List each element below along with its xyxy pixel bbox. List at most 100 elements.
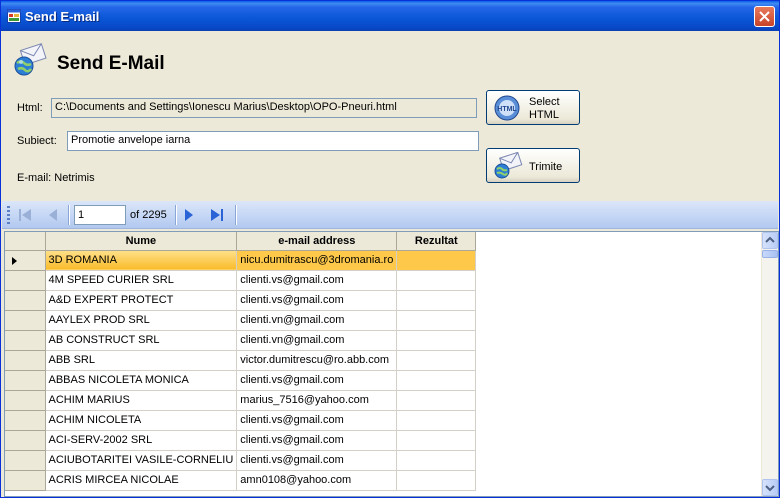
table-row[interactable]: 3D ROMANIA nicu.dumitrascu@3dromania.ro — [5, 250, 477, 271]
cell-result[interactable] — [396, 410, 477, 431]
row-header[interactable] — [5, 410, 46, 431]
page-title: Send E-Mail — [57, 53, 165, 74]
table-row[interactable]: 4M SPEED CURIER SRL clienti.vs@gmail.com — [5, 270, 477, 291]
row-header[interactable] — [5, 290, 46, 311]
cell-result[interactable] — [396, 430, 477, 451]
table-row[interactable]: AAYLEX PROD SRL clienti.vn@gmail.com — [5, 310, 477, 331]
cell-email[interactable]: nicu.dumitrascu@3dromania.ro — [236, 250, 398, 271]
table-row[interactable]: ACRIS MIRCEA NICOLAE amn0108@yahoo.com — [5, 470, 477, 491]
cell-email[interactable]: victor.dumitrescu@ro.abb.com — [236, 350, 398, 371]
select-html-button[interactable]: HTML Select HTML — [486, 90, 580, 125]
cell-email[interactable]: clienti.vs@gmail.com — [236, 430, 398, 451]
cell-name[interactable]: AAYLEX PROD SRL — [45, 310, 238, 331]
row-header-corner[interactable] — [5, 232, 46, 251]
toolbar-separator — [68, 205, 69, 225]
scroll-down-button[interactable] — [762, 479, 778, 496]
row-header[interactable] — [5, 430, 46, 451]
cell-result[interactable] — [396, 350, 477, 371]
toolbar-separator — [235, 205, 236, 225]
row-header[interactable] — [5, 310, 46, 331]
current-page-input[interactable]: 1 — [74, 205, 126, 225]
row-header[interactable] — [5, 270, 46, 291]
current-row-indicator-icon — [12, 256, 17, 265]
cell-name[interactable]: ACHIM NICOLETA — [45, 410, 238, 431]
send-email-icon — [494, 152, 523, 179]
subject-input[interactable]: Promotie anvelope iarna — [67, 131, 479, 151]
cell-email[interactable]: clienti.vs@gmail.com — [236, 290, 398, 311]
scroll-thumb[interactable] — [762, 250, 778, 258]
table-row[interactable]: ABBAS NICOLETA MONICA clienti.vs@gmail.co… — [5, 370, 477, 391]
cell-result[interactable] — [396, 310, 477, 331]
cell-email[interactable]: amn0108@yahoo.com — [236, 470, 398, 491]
row-header[interactable] — [5, 470, 46, 491]
title-bar[interactable]: Send E-mail — [1, 1, 779, 31]
cell-name[interactable]: 4M SPEED CURIER SRL — [45, 270, 238, 291]
cell-result[interactable] — [396, 290, 477, 311]
cell-result[interactable] — [396, 250, 477, 271]
column-header-result[interactable]: Rezultat — [396, 232, 477, 251]
table-row[interactable]: ABB SRL victor.dumitrescu@ro.abb.com — [5, 350, 477, 371]
cell-result[interactable] — [396, 470, 477, 491]
cell-email[interactable]: clienti.vn@gmail.com — [236, 310, 398, 331]
table-row[interactable]: AB CONSTRUCT SRL clienti.vn@gmail.com — [5, 330, 477, 351]
cell-name[interactable]: ABB SRL — [45, 350, 238, 371]
cell-name[interactable]: ACHIM MARIUS — [45, 390, 238, 411]
cell-email[interactable]: clienti.vs@gmail.com — [236, 410, 398, 431]
chevron-up-icon — [765, 236, 775, 243]
chevron-down-icon — [765, 485, 775, 492]
column-header-name[interactable]: Nume — [45, 232, 238, 251]
cell-email[interactable]: clienti.vn@gmail.com — [236, 330, 398, 351]
move-next-icon[interactable] — [180, 206, 198, 224]
scroll-up-button[interactable] — [762, 232, 778, 249]
cell-name[interactable]: ACIUBOTARITEI VASILE-CORNELIU — [45, 450, 238, 471]
column-header-email[interactable]: e-mail address — [236, 232, 398, 251]
cell-name[interactable]: ACRIS MIRCEA NICOLAE — [45, 470, 238, 491]
cell-result[interactable] — [396, 390, 477, 411]
cell-name[interactable]: ACI-SERV-2002 SRL — [45, 430, 238, 451]
html-label: Html: — [17, 102, 43, 114]
html-file-icon: HTML — [494, 95, 520, 121]
cell-name[interactable]: A&D EXPERT PROTECT — [45, 290, 238, 311]
select-html-line2: HTML — [529, 109, 559, 121]
cell-email[interactable]: clienti.vs@gmail.com — [236, 270, 398, 291]
cell-name[interactable]: 3D ROMANIA — [45, 250, 238, 271]
cell-result[interactable] — [396, 450, 477, 471]
cell-email[interactable]: marius_7516@yahoo.com — [236, 390, 398, 411]
row-header[interactable] — [5, 330, 46, 351]
row-header[interactable] — [5, 370, 46, 391]
row-header[interactable] — [5, 390, 46, 411]
cell-name[interactable]: AB CONSTRUCT SRL — [45, 330, 238, 351]
cell-result[interactable] — [396, 330, 477, 351]
toolbar-grip[interactable] — [7, 206, 10, 224]
svg-text:HTML: HTML — [497, 106, 517, 113]
row-header[interactable] — [5, 350, 46, 371]
recipients-grid[interactable]: Nume e-mail address Rezultat 3D ROMANIA n… — [4, 231, 779, 497]
table-row[interactable]: ACHIM MARIUS marius_7516@yahoo.com — [5, 390, 477, 411]
row-header[interactable] — [5, 250, 46, 271]
table-row[interactable]: A&D EXPERT PROTECT clienti.vs@gmail.com — [5, 290, 477, 311]
html-path-field[interactable]: C:\Documents and Settings\Ionescu Marius… — [51, 98, 477, 118]
binding-navigator: 1 of 2295 — [2, 201, 778, 229]
send-button-label: Trimite — [529, 161, 563, 173]
cell-result[interactable] — [396, 370, 477, 391]
cell-email[interactable]: clienti.vs@gmail.com — [236, 450, 398, 471]
window-title: Send E-mail — [25, 9, 100, 24]
table-row[interactable]: ACI-SERV-2002 SRL clienti.vs@gmail.com — [5, 430, 477, 451]
send-email-window: Send E-mail Send E-Mail Html: C:\Documen… — [0, 0, 780, 498]
close-button[interactable] — [754, 6, 775, 27]
cell-email[interactable]: clienti.vs@gmail.com — [236, 370, 398, 391]
total-pages-label: of 2295 — [130, 209, 167, 221]
table-row[interactable]: ACIUBOTARITEI VASILE-CORNELIU clienti.vs@… — [5, 450, 477, 471]
move-first-icon[interactable] — [16, 206, 34, 224]
send-button[interactable]: Trimite — [486, 148, 580, 183]
cell-name[interactable]: ABBAS NICOLETA MONICA — [45, 370, 238, 391]
table-row[interactable]: ACHIM NICOLETA clienti.vs@gmail.com — [5, 410, 477, 431]
cell-result[interactable] — [396, 270, 477, 291]
move-previous-icon[interactable] — [44, 206, 62, 224]
row-header[interactable] — [5, 450, 46, 471]
move-last-icon[interactable] — [208, 206, 226, 224]
toolbar-separator — [175, 205, 176, 225]
recipients-table: Nume e-mail address Rezultat 3D ROMANIA n… — [5, 232, 477, 491]
vertical-scrollbar[interactable] — [761, 232, 778, 496]
subject-label: Subiect: — [17, 135, 57, 147]
